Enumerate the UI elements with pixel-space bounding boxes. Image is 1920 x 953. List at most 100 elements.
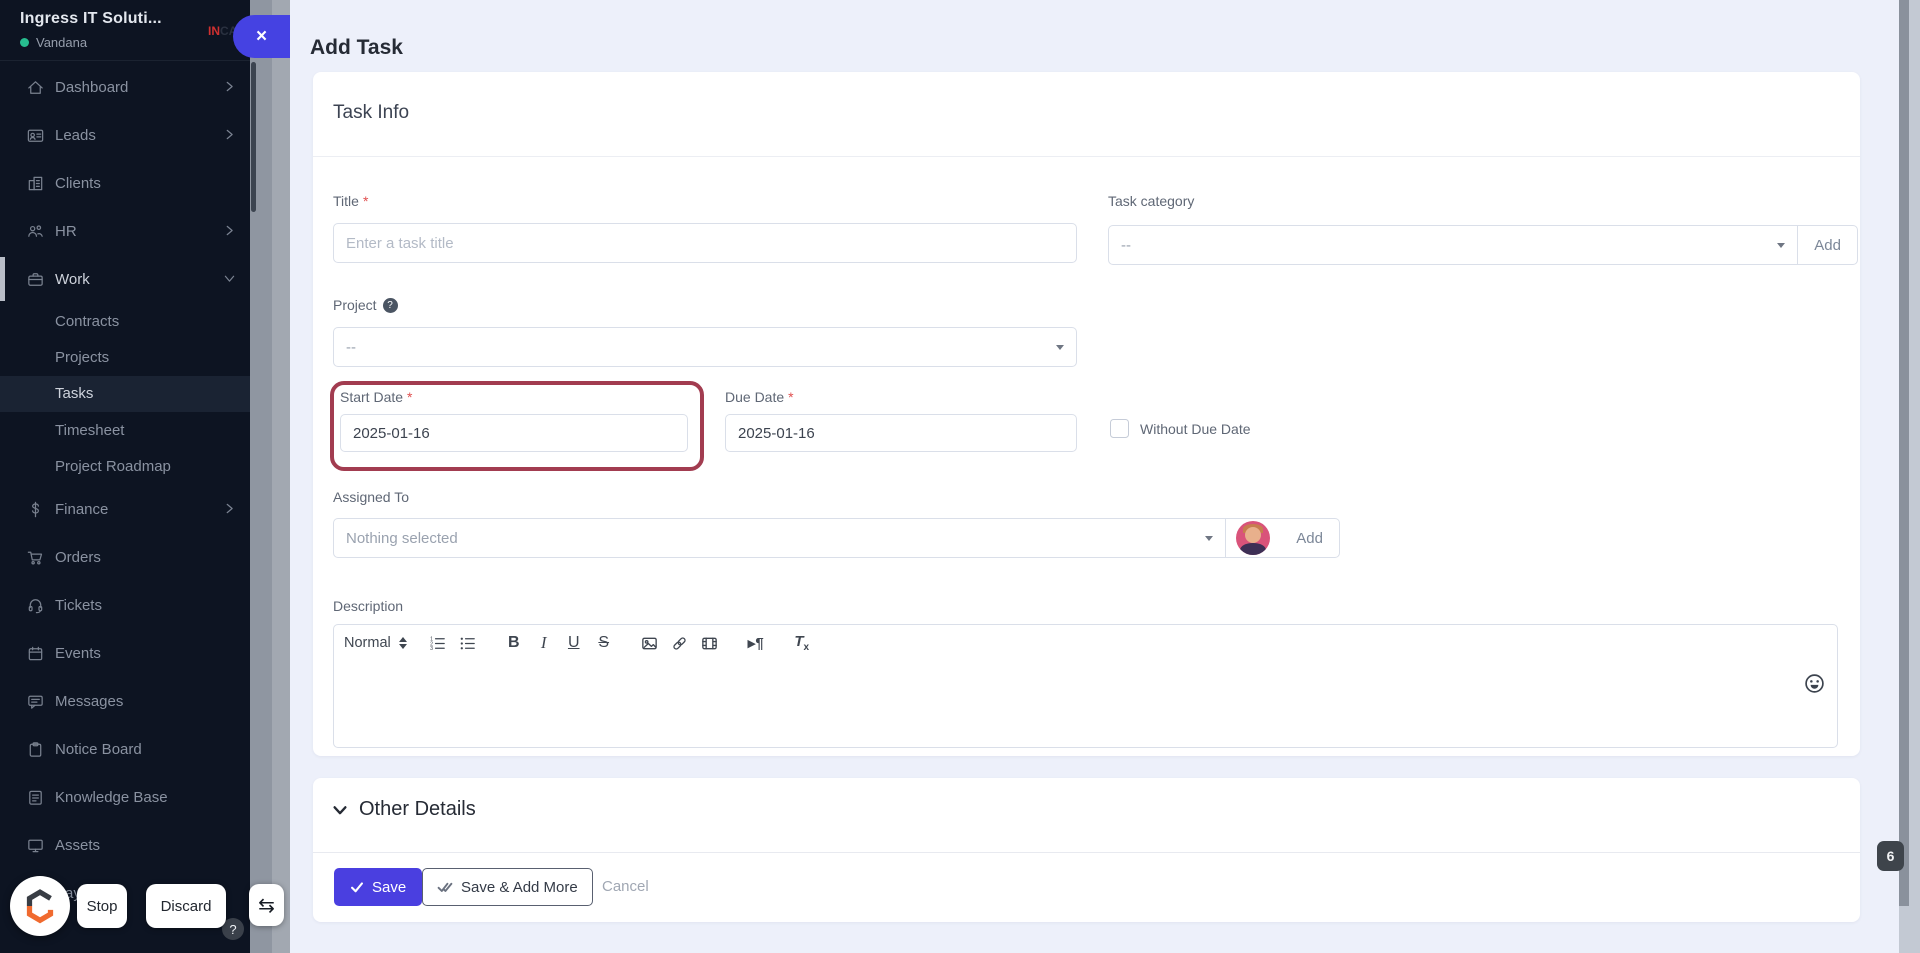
sidebar-item-label: HR bbox=[55, 222, 77, 240]
clipboard-icon bbox=[25, 739, 45, 759]
headset-icon bbox=[25, 595, 45, 615]
title-label: Title * bbox=[333, 193, 369, 209]
sidebar-item-label: Messages bbox=[55, 692, 124, 710]
assigned-group: Nothing selected Add bbox=[333, 518, 1340, 558]
chevron-right-icon bbox=[222, 79, 238, 95]
notification-count-badge[interactable]: 6 bbox=[1877, 841, 1904, 871]
updown-arrows-icon bbox=[398, 637, 407, 649]
id-card-icon bbox=[25, 125, 45, 145]
sidebar-item-label: Notice Board bbox=[55, 740, 142, 758]
sidebar-item-tasks[interactable]: Tasks bbox=[0, 375, 250, 413]
required-asterisk: * bbox=[362, 193, 369, 209]
sidebar-item-orders[interactable]: Orders bbox=[0, 533, 250, 581]
strikethrough-icon[interactable]: S bbox=[591, 629, 617, 657]
sidebar-item-label: Tasks bbox=[55, 385, 94, 403]
company-name: Ingress IT Soluti... bbox=[20, 10, 162, 27]
sidebar-item-contracts[interactable]: Contracts bbox=[0, 303, 250, 339]
clear-format-icon[interactable]: Tx bbox=[789, 629, 815, 657]
format-value: Normal bbox=[344, 635, 391, 651]
sidebar: Ingress IT Soluti... Vandana INCA Dashbo… bbox=[0, 0, 284, 953]
sidebar-item-work[interactable]: Work bbox=[0, 255, 250, 303]
sidebar-item-leads[interactable]: Leads bbox=[0, 111, 250, 159]
emoji-picker-icon[interactable] bbox=[1804, 673, 1825, 694]
sidebar-item-clients[interactable]: Clients bbox=[0, 159, 250, 207]
sidebar-item-project-roadmap[interactable]: Project Roadmap bbox=[0, 449, 250, 485]
sidebar-scrollbar[interactable] bbox=[251, 62, 256, 212]
hexagon-logo-icon bbox=[26, 889, 54, 924]
save-button[interactable]: Save bbox=[334, 868, 423, 906]
sidebar-item-dashboard[interactable]: Dashboard bbox=[0, 63, 250, 111]
chevron-down-icon bbox=[222, 271, 238, 287]
stop-button[interactable]: Stop bbox=[77, 884, 127, 928]
monitor-icon bbox=[25, 835, 45, 855]
sidebar-item-label: Leads bbox=[55, 126, 96, 144]
image-icon[interactable] bbox=[637, 629, 663, 657]
divider bbox=[313, 156, 1860, 157]
sidebar-item-notice-board[interactable]: Notice Board bbox=[0, 725, 250, 773]
sidebar-item-label: Finance bbox=[55, 500, 109, 518]
text-direction-icon[interactable]: ▸¶ bbox=[743, 629, 769, 657]
italic-icon[interactable]: I bbox=[531, 629, 557, 657]
sidebar-item-events[interactable]: Events bbox=[0, 629, 250, 677]
video-icon[interactable] bbox=[697, 629, 723, 657]
bold-icon[interactable]: B bbox=[501, 629, 527, 657]
without-due-date-label: Without Due Date bbox=[1140, 421, 1251, 437]
without-due-date-checkbox[interactable] bbox=[1110, 419, 1129, 438]
sidebar-item-finance[interactable]: Finance bbox=[0, 485, 250, 533]
add-category-button[interactable]: Add bbox=[1797, 226, 1857, 264]
chevron-down-icon bbox=[1205, 536, 1214, 541]
home-icon bbox=[25, 77, 45, 97]
save-add-more-button[interactable]: Save & Add More bbox=[422, 868, 593, 906]
sidebar-item-label: Project Roadmap bbox=[55, 458, 171, 476]
svg-text:3: 3 bbox=[430, 646, 433, 652]
swap-button[interactable]: ⇆ bbox=[249, 884, 284, 926]
sidebar-item-label: Dashboard bbox=[55, 78, 129, 96]
modal-backdrop bbox=[250, 0, 290, 953]
richtext-editor-area[interactable] bbox=[333, 661, 1838, 748]
briefcase-icon bbox=[25, 269, 45, 289]
assigned-to-select[interactable]: Nothing selected bbox=[334, 519, 1225, 557]
task-title-input[interactable] bbox=[333, 223, 1077, 263]
sidebar-nav: Dashboard Leads Clients HR Work Contracts Proj… bbox=[0, 60, 250, 953]
cancel-button[interactable]: Cancel bbox=[596, 877, 655, 896]
category-value: -- bbox=[1121, 236, 1131, 254]
sidebar-item-assets[interactable]: Assets bbox=[0, 821, 250, 869]
add-assignee-button[interactable]: Add bbox=[1280, 519, 1339, 557]
add-task-panel: Add Task Task Info Title* Task category … bbox=[290, 0, 1920, 953]
category-select[interactable]: -- bbox=[1109, 226, 1797, 264]
other-details-card: Other Details Save Save & Add More Cance… bbox=[313, 778, 1860, 922]
chevron-right-icon bbox=[222, 501, 238, 517]
sidebar-item-knowledge-base[interactable]: Knowledge Base bbox=[0, 773, 250, 821]
due-date-input[interactable] bbox=[725, 414, 1077, 452]
ordered-list-icon[interactable]: 123 bbox=[425, 629, 451, 657]
sidebar-item-tickets[interactable]: Tickets bbox=[0, 581, 250, 629]
close-panel-button[interactable]: × bbox=[233, 15, 290, 58]
start-date-input[interactable] bbox=[340, 414, 688, 452]
format-dropdown[interactable]: Normal bbox=[344, 635, 407, 651]
description-label: Description bbox=[333, 598, 404, 614]
bullet-list-icon[interactable] bbox=[455, 629, 481, 657]
project-select[interactable]: -- bbox=[333, 327, 1077, 367]
help-icon[interactable]: ? bbox=[382, 297, 398, 313]
discard-button[interactable]: Discard bbox=[146, 884, 226, 928]
sidebar-item-label: Clients bbox=[55, 174, 101, 192]
assignee-avatar-segment[interactable] bbox=[1225, 519, 1280, 557]
other-details-toggle[interactable]: Other Details bbox=[331, 798, 476, 821]
chat-icon bbox=[25, 691, 45, 711]
sidebar-item-timesheet[interactable]: Timesheet bbox=[0, 412, 250, 448]
sidebar-item-projects[interactable]: Projects bbox=[0, 339, 250, 375]
sidebar-item-messages[interactable]: Messages bbox=[0, 677, 250, 725]
underline-icon[interactable]: U bbox=[561, 629, 587, 657]
page-scrollbar-thumb[interactable] bbox=[1899, 0, 1909, 906]
sidebar-item-hr[interactable]: HR bbox=[0, 207, 250, 255]
card-title: Task Info bbox=[333, 102, 410, 123]
app-window: Ingress IT Soluti... Vandana INCA Dashbo… bbox=[0, 0, 1920, 953]
link-icon[interactable] bbox=[667, 629, 693, 657]
agent-logo[interactable] bbox=[10, 876, 70, 936]
chevron-down-icon bbox=[1056, 345, 1064, 350]
page-title: Add Task bbox=[310, 36, 403, 60]
swap-arrows-icon: ⇆ bbox=[258, 894, 275, 917]
category-group: -- Add bbox=[1108, 225, 1858, 265]
close-icon: × bbox=[255, 25, 268, 47]
sidebar-item-label: Projects bbox=[55, 349, 110, 367]
